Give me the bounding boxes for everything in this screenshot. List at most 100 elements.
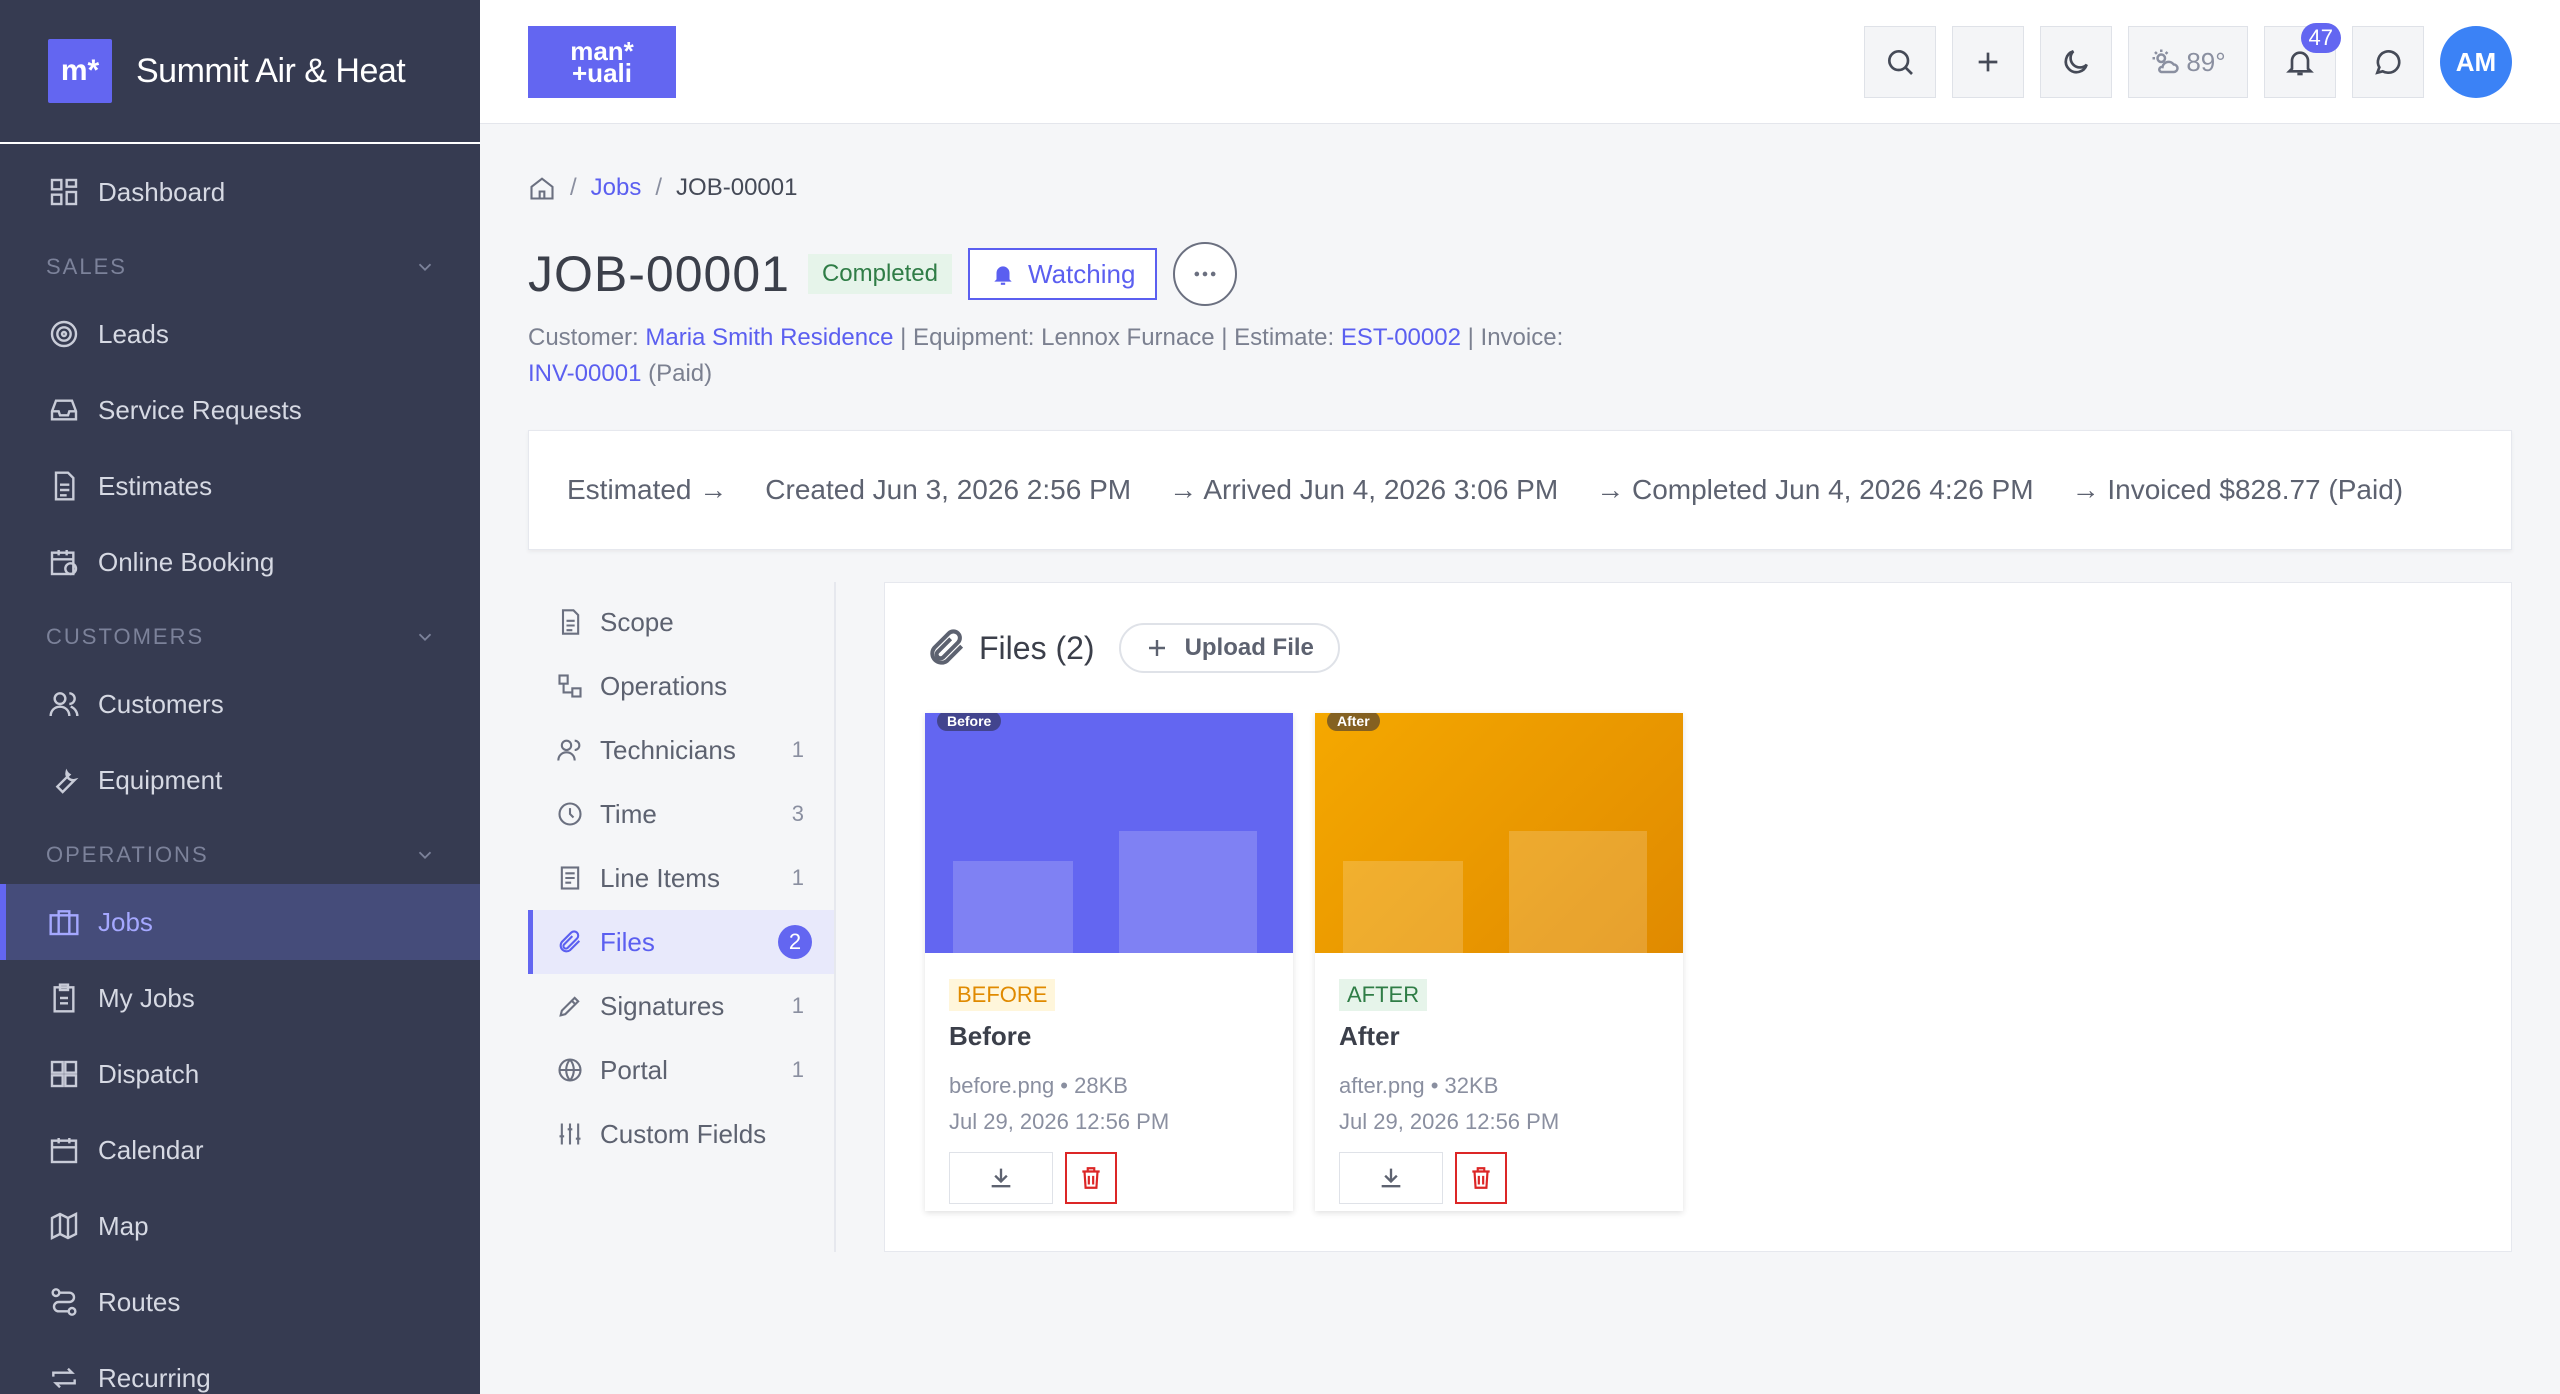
- sidebar-item-service-requests[interactable]: Service Requests: [0, 372, 480, 448]
- dashboard-icon: [50, 178, 78, 206]
- title-row: JOB-00001 Completed Watching: [528, 242, 2512, 306]
- timeline-step: Estimated →: [567, 474, 728, 505]
- weather-temp: 89°: [2186, 46, 2226, 77]
- sidebar-item-calendar[interactable]: Calendar: [0, 1112, 480, 1188]
- download-button[interactable]: [949, 1152, 1053, 1204]
- sidebar-item-dashboard[interactable]: Dashboard: [0, 154, 480, 230]
- tab-files[interactable]: Files 2: [528, 910, 834, 974]
- main-content: / Jobs / JOB-00001 JOB-00001 Completed W…: [528, 124, 2512, 1252]
- tab-label: Line Items: [600, 862, 720, 893]
- sidebar-item-estimates[interactable]: Estimates: [0, 448, 480, 524]
- dark-mode-toggle[interactable]: [2040, 26, 2112, 98]
- job-content: Scope Operations Technicians 1 Time 3 Li…: [528, 582, 2512, 1252]
- file-card[interactable]: After AFTER After after.png • 32KB Jul 2…: [1315, 713, 1683, 1211]
- files-panel: Files (2) Upload File Before BEFORE Befo…: [884, 582, 2512, 1252]
- plus-icon: [1978, 52, 1998, 72]
- sidebar-item-label: Map: [98, 1210, 149, 1241]
- brand[interactable]: m* Summit Air & Heat: [0, 0, 480, 144]
- thumbnail-shape: [1119, 831, 1257, 953]
- sidebar-item-equipment[interactable]: Equipment: [0, 742, 480, 818]
- breadcrumb-jobs[interactable]: Jobs: [591, 174, 642, 202]
- section-label: OPERATIONS: [46, 842, 209, 867]
- topbar-actions: 89° 47 AM: [1864, 23, 2512, 98]
- status-badge: Completed: [807, 254, 952, 294]
- sidebar-item-routes[interactable]: Routes: [0, 1264, 480, 1340]
- tab-count: 1: [791, 865, 804, 890]
- sidebar-item-label: Equipment: [98, 764, 223, 795]
- avatar[interactable]: AM: [2440, 26, 2512, 98]
- sidebar-item-jobs[interactable]: Jobs: [0, 884, 480, 960]
- file-thumbnail[interactable]: After: [1315, 713, 1683, 953]
- invoice-link[interactable]: INV-00001: [528, 360, 641, 387]
- sidebar-item-online-booking[interactable]: Online Booking: [0, 524, 480, 600]
- notifications-button[interactable]: 47: [2264, 23, 2341, 98]
- file-tag-badge: AFTER: [1339, 979, 1428, 1011]
- equipment-text: | Equipment: Lennox Furnace | Estimate:: [900, 324, 1335, 351]
- product-logo-line2: +uali: [572, 58, 632, 88]
- sidebar-item-leads[interactable]: Leads: [0, 296, 480, 372]
- sliders-icon: [559, 1123, 581, 1145]
- section-label: SALES: [46, 254, 127, 279]
- estimate-link[interactable]: EST-00002: [1341, 324, 1461, 351]
- add-button[interactable]: [1952, 26, 2024, 98]
- sidebar-section-sales[interactable]: SALES: [0, 238, 480, 296]
- file-info: after.png • 32KB: [1339, 1073, 1499, 1098]
- sidebar-section-customers[interactable]: CUSTOMERS: [0, 608, 480, 666]
- tab-operations[interactable]: Operations: [528, 654, 834, 718]
- tab-scope[interactable]: Scope: [528, 590, 834, 654]
- tab-time[interactable]: Time 3: [528, 782, 834, 846]
- sidebar-item-customers[interactable]: Customers: [0, 666, 480, 742]
- timeline-step: Created Jun 3, 2026 2:56 PM: [765, 474, 1132, 505]
- chevron-down-icon: [418, 851, 432, 860]
- breadcrumb: / Jobs / JOB-00001: [528, 174, 2512, 202]
- tab-custom-fields[interactable]: Custom Fields: [528, 1102, 834, 1166]
- file-card-body: AFTER After after.png • 32KB Jul 29, 202…: [1315, 953, 1683, 1204]
- home-icon[interactable]: [528, 174, 556, 202]
- file-card-body: BEFORE Before before.png • 28KB Jul 29, …: [925, 953, 1293, 1204]
- paperclip-icon: [930, 629, 964, 665]
- calendar-clock-icon: [50, 550, 78, 576]
- sidebar-item-recurring[interactable]: Recurring: [0, 1340, 480, 1394]
- tab-count: 2: [778, 925, 812, 959]
- job-tabs: Scope Operations Technicians 1 Time 3 Li…: [528, 582, 836, 1252]
- page-title: JOB-00001: [528, 246, 790, 302]
- watch-button[interactable]: Watching: [968, 248, 1158, 300]
- sidebar-item-map[interactable]: Map: [0, 1188, 480, 1264]
- tab-portal[interactable]: Portal 1: [528, 1038, 834, 1102]
- files-title: Files (2): [979, 629, 1095, 666]
- sidebar-item-my-jobs[interactable]: My Jobs: [0, 960, 480, 1036]
- search-button[interactable]: [1864, 26, 1936, 98]
- delete-button[interactable]: [1065, 1152, 1117, 1204]
- timeline-step: → Invoiced $828.77 (Paid): [2071, 474, 2404, 505]
- download-icon: [1381, 1168, 1401, 1188]
- messages-button[interactable]: [2352, 26, 2424, 98]
- sidebar-item-dispatch[interactable]: Dispatch: [0, 1036, 480, 1112]
- upload-file-button[interactable]: Upload File: [1118, 623, 1340, 673]
- sidebar: m* Summit Air & Heat Dashboard SALES Lea…: [0, 0, 480, 1394]
- workflow-icon: [558, 674, 582, 698]
- customer-link[interactable]: Maria Smith Residence: [645, 324, 893, 351]
- invoice-status: (Paid): [648, 360, 713, 387]
- sidebar-section-operations[interactable]: OPERATIONS: [0, 826, 480, 884]
- tab-line-items[interactable]: Line Items 1: [528, 846, 834, 910]
- download-icon: [991, 1168, 1011, 1188]
- tab-technicians[interactable]: Technicians 1: [528, 718, 834, 782]
- more-actions-button[interactable]: [1173, 242, 1238, 306]
- file-date: Jul 29, 2026 12:56 PM: [949, 1109, 1170, 1134]
- tab-label: Technicians: [600, 734, 736, 765]
- tab-signatures[interactable]: Signatures 1: [528, 974, 834, 1038]
- product-logo[interactable]: man* +uali: [528, 26, 676, 98]
- pen-icon: [559, 996, 580, 1017]
- search-icon: [1888, 50, 1913, 75]
- weather-widget[interactable]: 89°: [2128, 26, 2248, 98]
- sidebar-item-label: My Jobs: [98, 982, 195, 1013]
- file-card[interactable]: Before BEFORE Before before.png • 28KB J…: [925, 713, 1293, 1211]
- sidebar-item-label: Routes: [98, 1286, 181, 1317]
- sidebar-item-label: Recurring: [98, 1362, 211, 1393]
- download-button[interactable]: [1339, 1152, 1443, 1204]
- partly-sunny-icon: [2152, 49, 2180, 74]
- file-thumbnail[interactable]: Before: [925, 713, 1293, 953]
- sidebar-item-label: Service Requests: [98, 394, 302, 425]
- breadcrumb-current: JOB-00001: [676, 174, 798, 201]
- delete-button[interactable]: [1455, 1152, 1507, 1204]
